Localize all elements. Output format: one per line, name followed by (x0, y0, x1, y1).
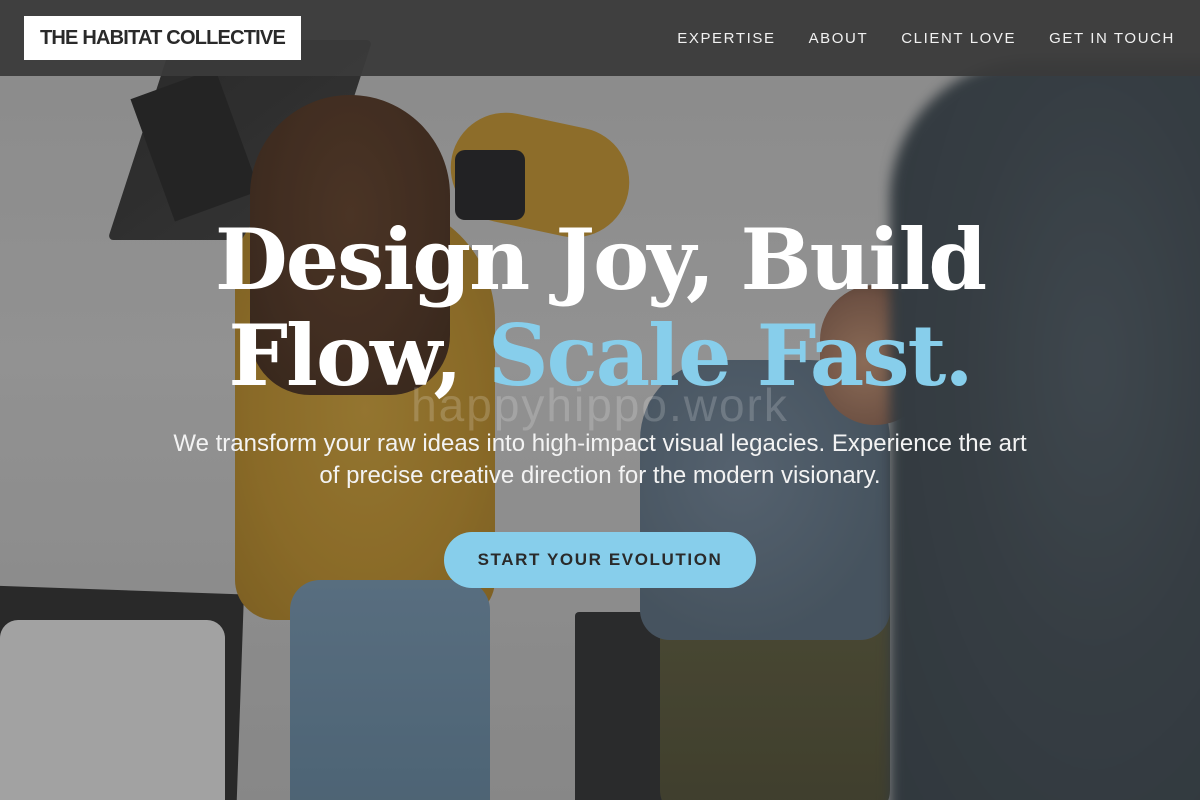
brand-logo[interactable]: THE HABITAT COLLECTIVE (24, 16, 301, 60)
headline-line-1: Design Joy, Build (214, 210, 987, 309)
nav-link-about[interactable]: ABOUT (809, 30, 869, 47)
hero-headline: Design Joy, Build Flow, Scale Fast. (0, 212, 1200, 404)
nav-menu: EXPERTISE ABOUT CLIENT LOVE GET IN TOUCH (677, 30, 1175, 47)
nav-link-expertise[interactable]: EXPERTISE (677, 30, 775, 47)
headline-line-2-accent: Scale Fast. (487, 306, 974, 405)
nav-link-client-love[interactable]: CLIENT LOVE (901, 30, 1016, 47)
navbar: THE HABITAT COLLECTIVE EXPERTISE ABOUT C… (0, 0, 1200, 76)
start-your-evolution-button[interactable]: START YOUR EVOLUTION (444, 532, 756, 588)
nav-link-get-in-touch[interactable]: GET IN TOUCH (1049, 30, 1175, 47)
hero-subtitle: We transform your raw ideas into high-im… (173, 430, 1027, 489)
headline-line-2-plain: Flow, (228, 306, 462, 405)
